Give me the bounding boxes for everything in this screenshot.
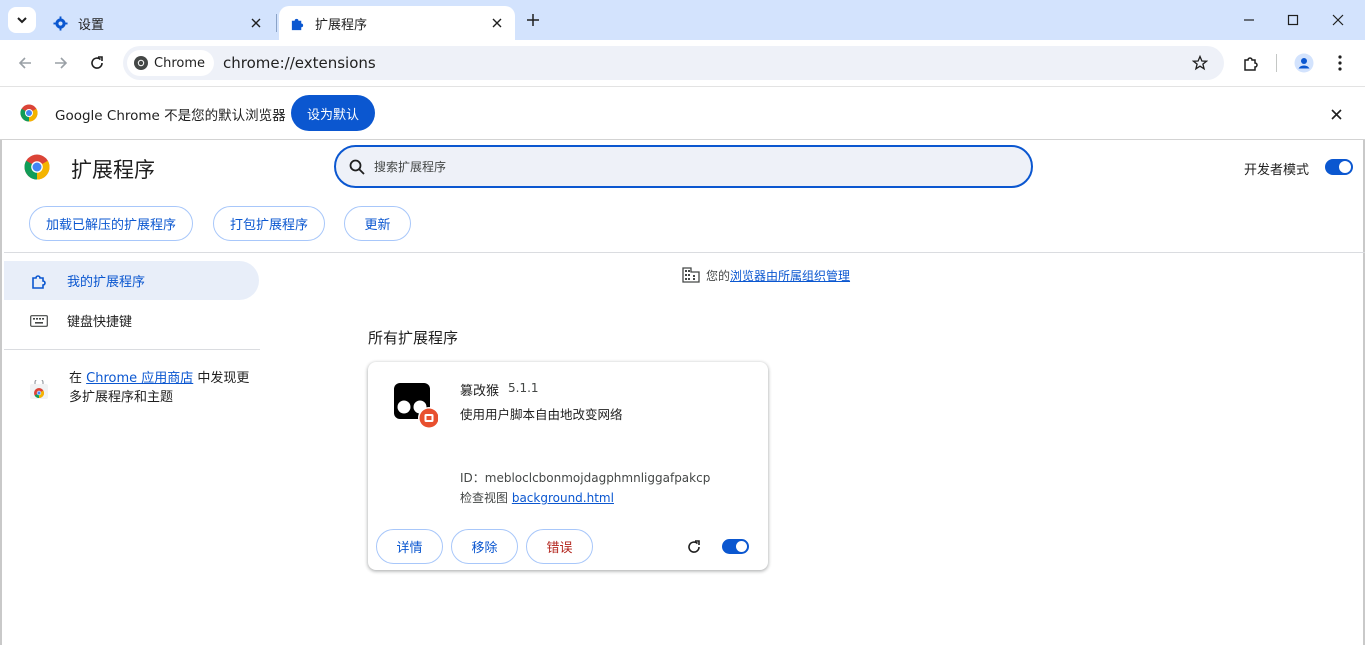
extensions-page: 扩展程序 开发者模式 加载已解压的扩展程序 打包扩展程序 更新 我的扩展程序 键… [0, 140, 1365, 645]
puzzle-outline-icon [29, 271, 49, 291]
tab-title: 扩展程序 [315, 17, 368, 33]
tab-title: 设置 [78, 17, 105, 33]
tab-extensions[interactable]: 扩展程序 [279, 6, 515, 40]
close-icon [1330, 108, 1342, 120]
back-button[interactable] [13, 51, 37, 75]
close-icon [1332, 14, 1344, 26]
store-prefix: 在 [69, 371, 87, 386]
reload-extension-button[interactable] [684, 537, 704, 557]
details-button[interactable]: 详情 [376, 529, 443, 564]
close-icon[interactable] [487, 13, 507, 33]
address-bar[interactable]: Chrome chrome://extensions [123, 46, 1224, 80]
chrome-logo-icon [20, 104, 38, 122]
site-chip-label: Chrome [154, 55, 205, 71]
sidebar-item-keyboard-shortcuts[interactable]: 键盘快捷键 [4, 301, 259, 340]
chrome-logo-icon [24, 154, 50, 180]
site-info-chip[interactable]: Chrome [127, 50, 214, 76]
gear-icon [52, 15, 68, 31]
extension-card: 篡改猴 5.1.1 使用用户脚本自由地改变网络 ID：mebloclcbonmo… [368, 362, 768, 570]
infobar-close-button[interactable] [1326, 104, 1346, 124]
section-title: 所有扩展程序 [368, 329, 459, 347]
sidebar-divider [4, 349, 260, 350]
maximize-button[interactable] [1279, 6, 1307, 34]
web-store-link[interactable]: Chrome 应用商店 [86, 371, 193, 386]
sidebar-item-my-extensions[interactable]: 我的扩展程序 [4, 261, 259, 300]
tab-settings[interactable]: 设置 [42, 6, 274, 40]
close-icon[interactable] [246, 13, 266, 33]
reload-icon [91, 56, 103, 69]
sidebar-item-label: 我的扩展程序 [67, 275, 146, 290]
managed-notice: 您的 浏览器由所属组织管理 [682, 266, 850, 284]
id-value: mebloclcbonmojdagphmnliggafpakcp [484, 471, 711, 485]
reload-button[interactable] [85, 51, 109, 75]
set-default-button[interactable]: 设为默认 [291, 95, 375, 131]
remove-button[interactable]: 移除 [451, 529, 518, 564]
minimize-button[interactable] [1235, 6, 1263, 34]
sidebar-item-label: 键盘快捷键 [67, 315, 133, 330]
toolbar: Chrome chrome://extensions [0, 40, 1365, 86]
search-box[interactable] [334, 145, 1033, 188]
chrome-logo-icon [134, 56, 148, 70]
minimize-icon [1244, 19, 1254, 21]
avatar-icon [1294, 53, 1314, 73]
managed-link[interactable]: 浏览器由所属组织管理 [730, 267, 850, 284]
infobar-message: Google Chrome 不是您的默认浏览器 [55, 108, 286, 124]
chrome-web-store-icon [30, 380, 48, 399]
arrow-left-icon [18, 57, 31, 69]
profile-button[interactable] [1292, 51, 1316, 75]
pack-extension-button[interactable]: 打包扩展程序 [213, 206, 325, 241]
tab-separator [276, 14, 277, 32]
new-tab-button[interactable] [522, 9, 544, 31]
extension-enable-toggle[interactable] [722, 539, 749, 554]
tampermonkey-icon [394, 383, 438, 429]
id-label: ID： [460, 471, 485, 485]
load-unpacked-button[interactable]: 加载已解压的扩展程序 [29, 206, 193, 241]
plus-icon [527, 14, 539, 26]
extension-version: 5.1.1 [508, 381, 539, 395]
inspect-views: 检查视图 background.html [460, 489, 614, 506]
window-close-button[interactable] [1324, 6, 1352, 34]
tab-search-button[interactable] [8, 7, 36, 33]
puzzle-icon [289, 15, 305, 31]
search-icon [349, 159, 365, 175]
chevron-down-icon [17, 17, 27, 24]
puzzle-outline-icon [1244, 57, 1258, 71]
errors-button[interactable]: 错误 [526, 529, 593, 564]
search-input[interactable] [374, 159, 1031, 174]
default-browser-infobar: Google Chrome 不是您的默认浏览器 设为默认 [0, 86, 1365, 140]
building-icon [682, 267, 700, 283]
forward-button[interactable] [49, 51, 73, 75]
tab-strip: 设置 扩展程序 [0, 0, 1365, 40]
menu-button[interactable] [1328, 51, 1352, 75]
update-button[interactable]: 更新 [344, 206, 411, 241]
managed-prefix: 您的 [706, 268, 731, 283]
background-page-link[interactable]: background.html [512, 491, 614, 505]
page-title: 扩展程序 [71, 158, 155, 182]
keyboard-icon [29, 311, 49, 331]
web-store-promo: 在 Chrome 应用商店 中发现更多扩展程序和主题 [69, 369, 259, 407]
developer-mode-label: 开发者模式 [1244, 163, 1310, 178]
extension-id: ID：mebloclcbonmojdagphmnliggafpakcp [460, 469, 710, 486]
views-label: 检查视图 [460, 491, 512, 505]
bookmark-star-icon[interactable] [1188, 51, 1212, 75]
header-divider [4, 252, 1365, 253]
extension-name: 篡改猴 [460, 384, 500, 399]
maximize-icon [1287, 14, 1299, 26]
more-vertical-icon [1338, 55, 1342, 71]
developer-mode-toggle[interactable] [1325, 159, 1353, 175]
url-text[interactable]: chrome://extensions [223, 54, 1188, 72]
extensions-button[interactable] [1239, 51, 1263, 75]
arrow-right-icon [55, 57, 68, 69]
extension-description: 使用用户脚本自由地改变网络 [460, 407, 623, 422]
toolbar-separator [1276, 54, 1277, 72]
reload-icon [688, 540, 700, 553]
